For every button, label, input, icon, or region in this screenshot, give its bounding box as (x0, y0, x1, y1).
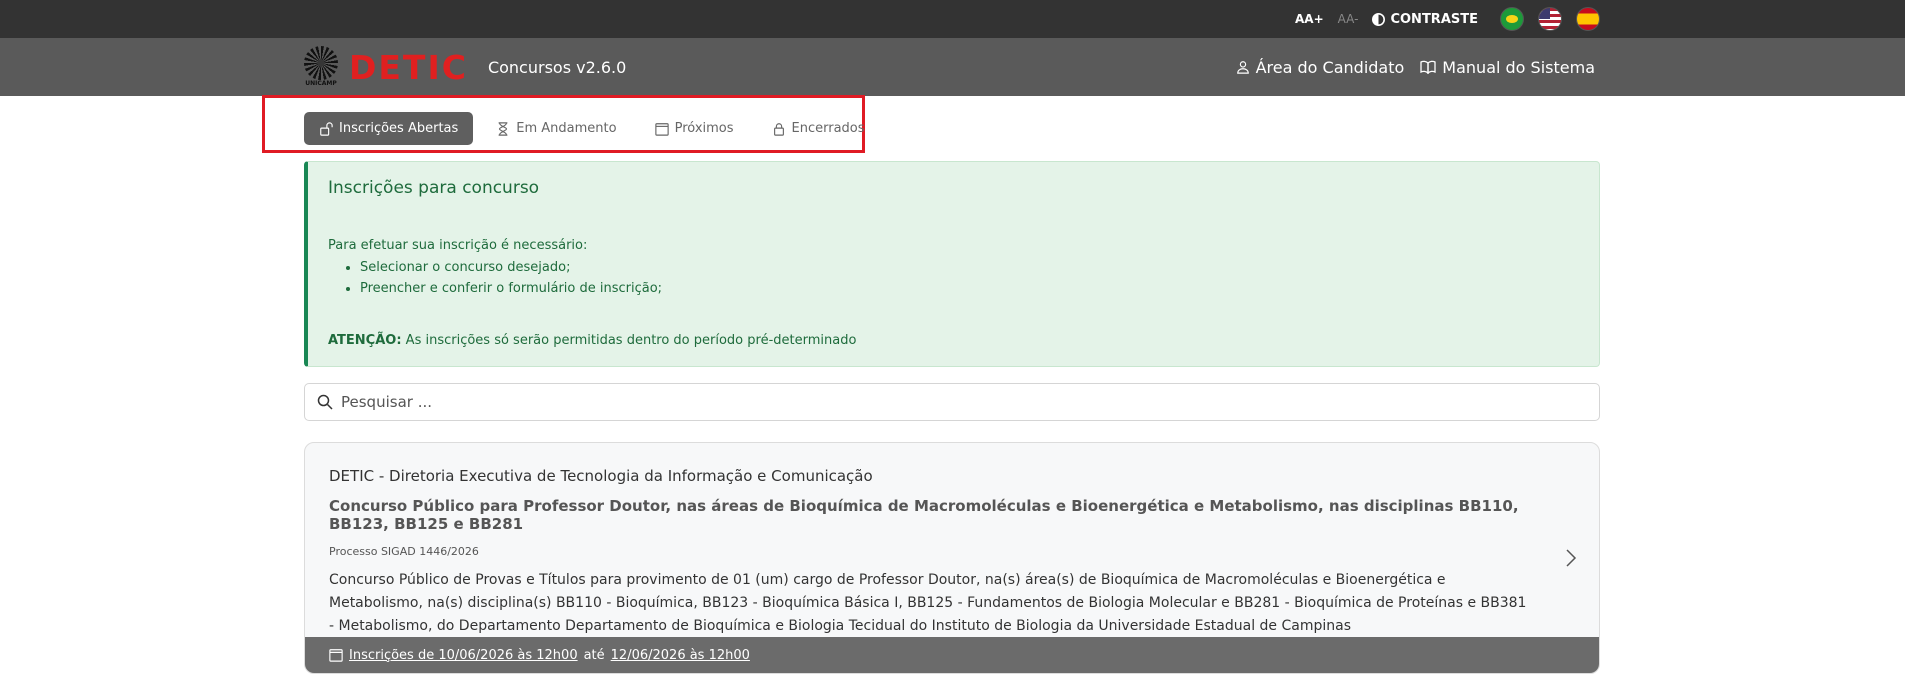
unlock-icon (320, 121, 333, 136)
tab-label: Em Andamento (516, 121, 617, 136)
alert-step: Selecionar o concurso desejado; (360, 257, 1579, 278)
tab-upcoming[interactable]: Próximos (640, 112, 749, 145)
calendar-icon (654, 122, 669, 136)
tab-label: Encerrados (791, 121, 865, 136)
tab-closed[interactable]: Encerrados (757, 112, 880, 145)
tab-label: Próximos (674, 121, 734, 136)
alert-intro: Para efetuar sua inscrição é necessário: (328, 238, 588, 253)
chevron-right-icon[interactable] (1565, 548, 1577, 568)
manual-link[interactable]: Manual do Sistema (1420, 58, 1595, 77)
contrast-label: CONTRASTE (1390, 11, 1478, 27)
flag-usa-icon[interactable] (1538, 7, 1562, 31)
flag-spain-icon[interactable] (1576, 7, 1600, 31)
registration-info-alert: Inscrições para concurso Para efetuar su… (304, 161, 1600, 367)
contrast-button[interactable]: CONTRASTE (1372, 12, 1478, 27)
header-nav: Área do Candidato Manual do Sistema (1236, 58, 1595, 77)
contrast-icon (1372, 12, 1386, 26)
card-description: Concurso Público de Provas e Títulos par… (329, 572, 1527, 634)
main-header: UNICAMP DETIC Concursos v2.6.0 Área do C… (0, 38, 1905, 96)
alert-warning: ATENÇÃO: As inscrições só serão permitid… (328, 333, 1579, 348)
brand: UNICAMP DETIC Concursos v2.6.0 (303, 46, 626, 88)
hourglass-icon (498, 121, 508, 136)
card-process: Processo SIGAD 1446/2026 (329, 545, 479, 558)
tab-open-registrations[interactable]: Inscrições Abertas (304, 112, 474, 145)
unicamp-logo: UNICAMP (303, 46, 339, 88)
calendar-icon (329, 649, 343, 662)
flag-brazil-icon[interactable] (1500, 7, 1524, 31)
contest-card[interactable]: DETIC - Diretoria Executiva de Tecnologi… (304, 442, 1600, 674)
user-icon (1236, 61, 1249, 74)
font-increase-button[interactable]: AA+ (1295, 12, 1324, 26)
card-footer: Inscrições de 10/06/2026 às 12h00 até 12… (305, 637, 1599, 673)
period-separator: até (583, 647, 605, 663)
period-end: 12/06/2026 às 12h00 (610, 647, 750, 663)
candidate-area-label: Área do Candidato (1255, 57, 1405, 77)
search-icon (317, 394, 333, 410)
app-version: Concursos v2.6.0 (487, 57, 627, 77)
card-body: DETIC - Diretoria Executiva de Tecnologi… (305, 443, 1599, 638)
detic-logo: DETIC (349, 47, 468, 87)
font-decrease-button[interactable]: AA- (1338, 12, 1359, 26)
alert-steps: Selecionar o concurso desejado; Preenche… (360, 257, 1579, 299)
card-title: Concurso Público para Professor Doutor, … (329, 497, 1519, 533)
alert-title: Inscrições para concurso (328, 178, 540, 198)
search-input[interactable] (341, 393, 1541, 411)
lock-icon (773, 122, 784, 136)
candidate-area-link[interactable]: Área do Candidato (1236, 57, 1405, 77)
home-logo-link[interactable]: UNICAMP DETIC (303, 46, 468, 88)
warning-label: ATENÇÃO: (328, 333, 402, 348)
accessibility-bar: AA+ AA- CONTRASTE (0, 0, 1905, 38)
warning-text: As inscrições só serão permitidas dentro… (405, 333, 857, 348)
tab-label: Inscrições Abertas (339, 121, 459, 136)
manual-label: Manual do Sistema (1442, 57, 1595, 77)
status-tabs: Inscrições Abertas Em Andamento Próximos… (304, 112, 880, 145)
period-start: Inscrições de 10/06/2026 às 12h00 (349, 647, 578, 663)
alert-step: Preencher e conferir o formulário de ins… (360, 278, 1579, 299)
tab-in-progress[interactable]: Em Andamento (481, 112, 631, 145)
search-bar (304, 383, 1600, 421)
card-organization: DETIC - Diretoria Executiva de Tecnologi… (329, 467, 873, 485)
book-icon (1420, 60, 1436, 74)
